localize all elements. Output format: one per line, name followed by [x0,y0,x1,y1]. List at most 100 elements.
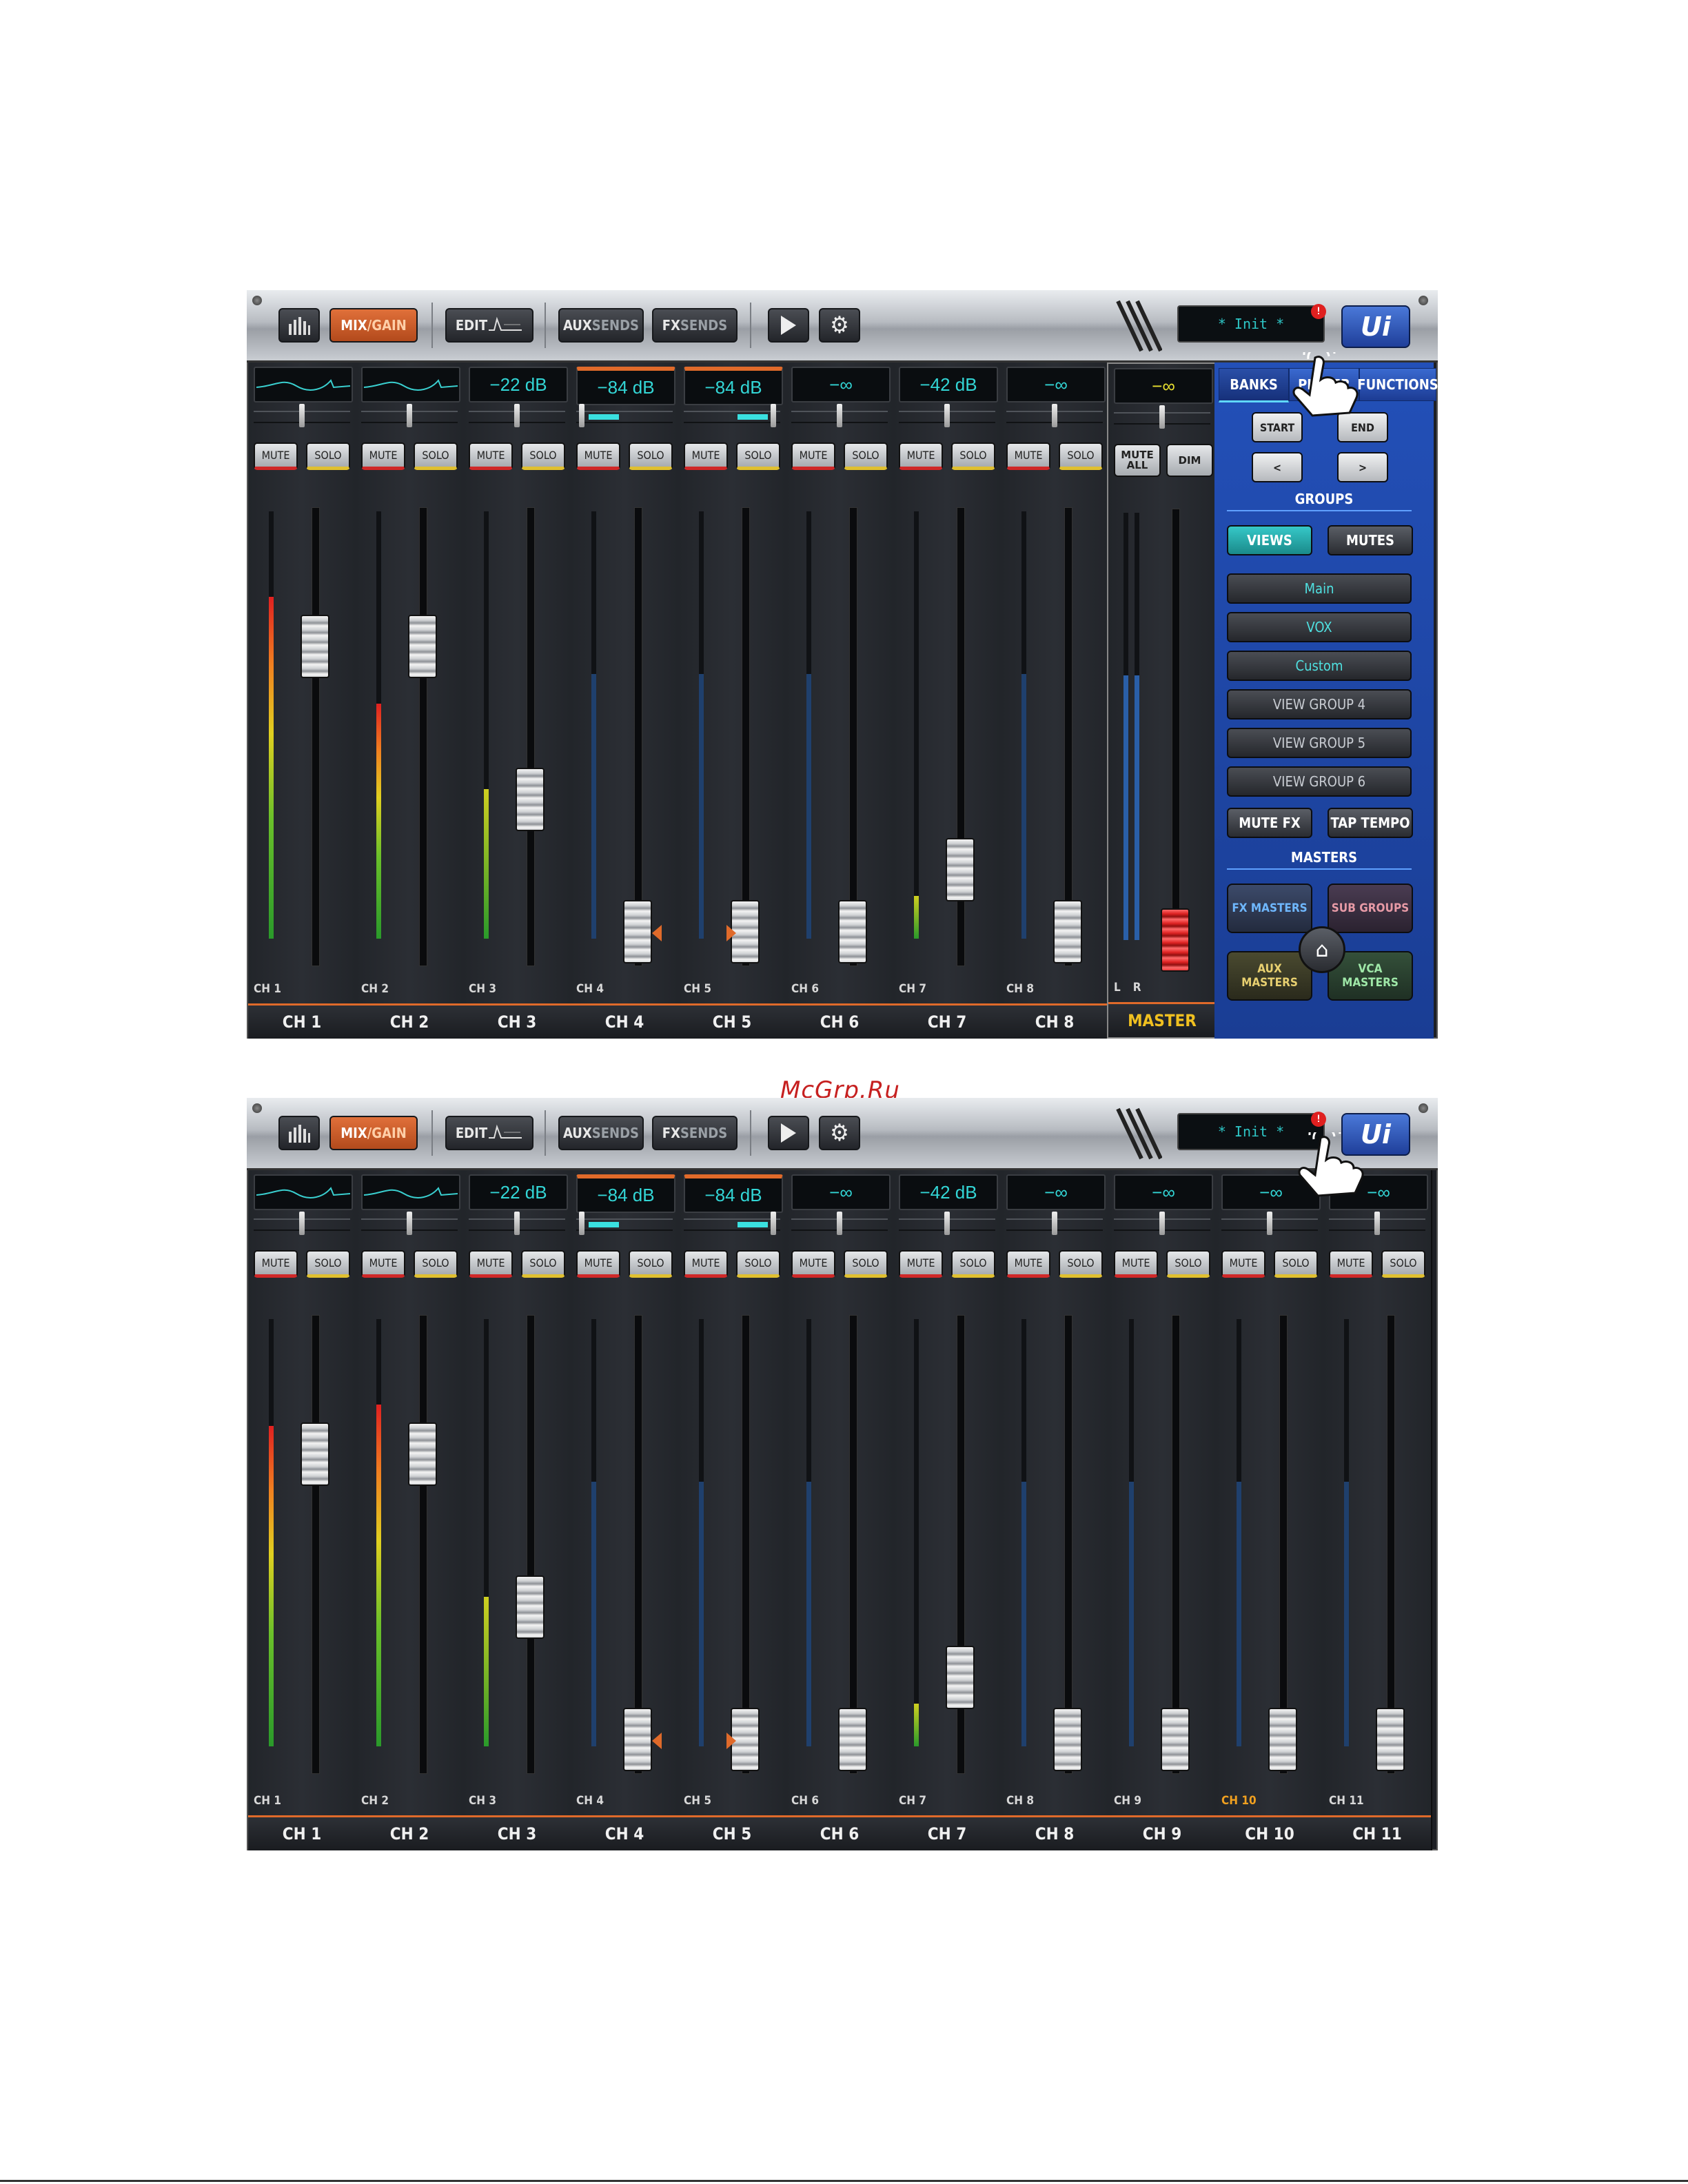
pan-knob[interactable] [299,404,305,427]
aux-sends-button[interactable]: AUX SENDS [558,308,644,343]
solo-button[interactable]: SOLO [1059,442,1103,470]
mute-button[interactable]: MUTE [469,1250,513,1278]
solo-button[interactable]: SOLO [1381,1250,1425,1278]
play-button[interactable] [768,1116,809,1150]
channel-fader[interactable] [1268,1708,1297,1771]
channel-name-tab[interactable]: CH 9 [1108,1815,1216,1850]
channel-name-tab[interactable]: CH 4 [571,1815,678,1850]
pan-slider[interactable] [576,1212,673,1235]
channel-name-tab[interactable]: CH 1 [248,1815,356,1850]
pan-slider[interactable] [1114,1212,1210,1235]
edit-button[interactable]: EDIT [445,1116,533,1150]
meter-view-button[interactable] [278,1116,320,1150]
pan-knob[interactable] [299,1212,305,1235]
mute-button[interactable]: MUTE [791,442,835,470]
solo-button[interactable]: SOLO [306,1250,350,1278]
gain-readout[interactable]: −22 dB [469,367,568,402]
channel-name-tab[interactable]: CH 8 [1001,1815,1108,1850]
pan-slider[interactable] [1329,1212,1425,1235]
pan-slider[interactable] [254,404,350,427]
solo-button[interactable]: SOLO [951,442,995,470]
pan-knob[interactable] [514,1212,520,1235]
solo-button[interactable]: SOLO [629,442,673,470]
master-name-tab[interactable]: MASTER [1108,1002,1216,1037]
gain-readout[interactable]: −84 dB [684,367,783,405]
edit-button[interactable]: EDIT [445,308,533,343]
gain-readout[interactable]: −∞ [1006,1174,1106,1210]
pan-knob[interactable] [514,404,520,427]
mute-button[interactable]: MUTE [1114,1250,1158,1278]
solo-button[interactable]: SOLO [844,442,888,470]
pan-knob[interactable] [1052,404,1057,427]
tap-tempo-button[interactable]: TAP TEMPO [1328,808,1413,838]
previous-bank-button[interactable]: < [1252,452,1303,482]
pan-knob[interactable] [1374,1212,1380,1235]
pan-slider[interactable] [791,1212,888,1235]
mute-button[interactable]: MUTE [576,1250,620,1278]
pan-knob[interactable] [944,1212,950,1235]
pan-slider[interactable] [469,1212,565,1235]
channel-fader[interactable] [1053,1708,1082,1771]
next-bank-button[interactable]: > [1337,452,1388,482]
tab-functions[interactable]: FUNCTIONS [1357,368,1438,401]
pan-knob[interactable] [1267,1212,1272,1235]
balance-knob[interactable] [1159,405,1165,429]
mute-button[interactable]: MUTE [684,1250,728,1278]
solo-button[interactable]: SOLO [629,1250,673,1278]
tab-banks[interactable]: BANKS [1219,368,1289,402]
fx-sends-button[interactable]: FX SENDS [652,308,738,343]
settings-button[interactable]: ⚙ [819,308,860,343]
views-button[interactable]: VIEWS [1227,525,1312,555]
mute-fx-button[interactable]: MUTE FX [1227,808,1312,838]
gain-readout[interactable]: −42 dB [899,367,998,402]
channel-fader[interactable] [946,838,975,901]
settings-button[interactable]: ⚙ [819,1116,860,1150]
view-group-button[interactable]: Main [1227,573,1412,604]
solo-button[interactable]: SOLO [521,442,565,470]
solo-button[interactable]: SOLO [1166,1250,1210,1278]
pan-slider[interactable] [1006,1212,1103,1235]
channel-fader[interactable] [946,1646,975,1709]
gain-readout[interactable]: −∞ [1006,367,1106,402]
pan-knob[interactable] [771,404,776,427]
pan-slider[interactable] [576,404,673,427]
pan-knob[interactable] [944,404,950,427]
channel-name-tab[interactable]: CH 6 [786,1003,893,1039]
solo-button[interactable]: SOLO [414,442,458,470]
gain-readout[interactable]: −22 dB [469,1174,568,1210]
pan-knob[interactable] [1052,1212,1057,1235]
fx-sends-button[interactable]: FX SENDS [652,1116,738,1150]
aux-masters-button[interactable]: AUX MASTERS [1227,951,1312,1001]
channel-fader[interactable] [1053,900,1082,963]
channel-name-tab[interactable]: CH 4 [571,1003,678,1039]
view-group-button[interactable]: Custom [1227,651,1412,681]
sub-groups-button[interactable]: SUB GROUPS [1328,884,1413,933]
pan-slider[interactable] [254,1212,350,1235]
pan-slider[interactable] [899,1212,995,1235]
mute-button[interactable]: MUTE [254,1250,298,1278]
channel-name-tab[interactable]: CH 10 [1216,1815,1323,1850]
channel-name-tab[interactable]: CH 6 [786,1815,893,1850]
channel-name-tab[interactable]: CH 1 [248,1003,356,1039]
channel-name-tab[interactable]: CH 5 [678,1003,786,1039]
mute-button[interactable]: MUTE [469,442,513,470]
pan-slider[interactable] [1006,404,1103,427]
gain-readout[interactable]: −84 dB [576,1174,675,1213]
pan-knob[interactable] [579,404,584,427]
alert-badge[interactable]: ! [1311,1112,1326,1127]
solo-button[interactable]: SOLO [1059,1250,1103,1278]
fx-masters-button[interactable]: FX MASTERS [1227,884,1312,933]
view-group-button[interactable]: VIEW GROUP 4 [1227,689,1412,720]
pan-knob[interactable] [1159,1212,1165,1235]
pan-knob[interactable] [579,1212,584,1235]
mutes-button[interactable]: MUTES [1328,525,1413,555]
channel-fader[interactable] [516,768,545,831]
channel-fader[interactable] [838,1708,867,1771]
mute-button[interactable]: MUTE [254,442,298,470]
channel-name-tab[interactable]: CH 2 [356,1003,463,1039]
mute-button[interactable]: MUTE [1006,442,1050,470]
channel-fader[interactable] [408,615,437,678]
channel-name-tab[interactable]: CH 7 [893,1815,1001,1850]
pan-knob[interactable] [837,404,842,427]
mute-button[interactable]: MUTE [684,442,728,470]
